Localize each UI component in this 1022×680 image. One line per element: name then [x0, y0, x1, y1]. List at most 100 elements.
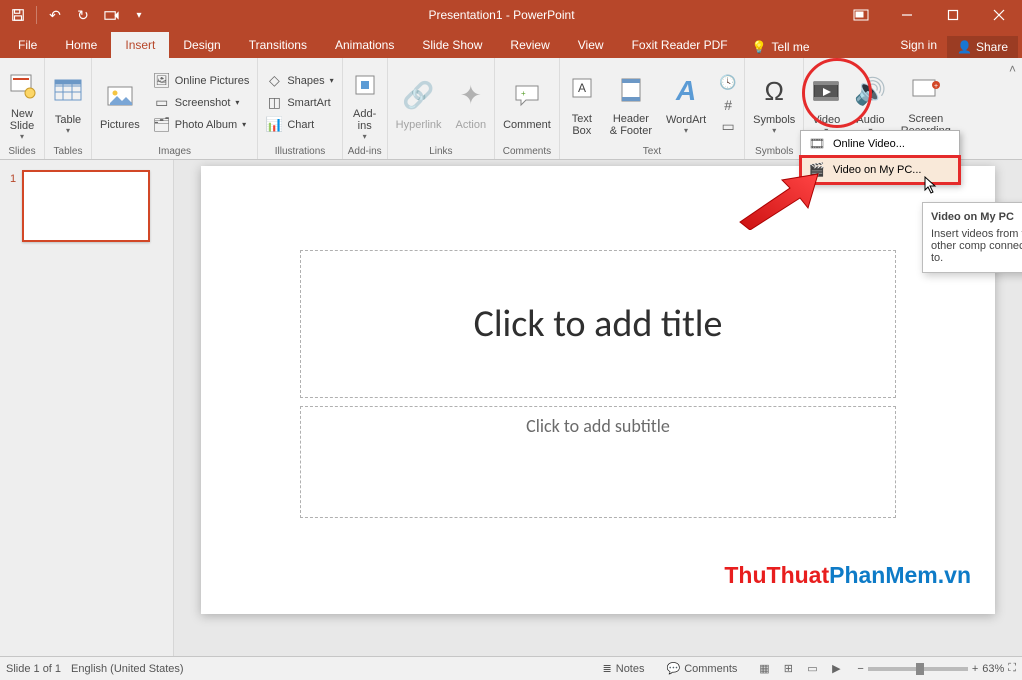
- online-video-item[interactable]: 🎞Online Video...: [801, 131, 959, 157]
- subtitle-placeholder[interactable]: Click to add subtitle: [300, 406, 896, 518]
- tooltip: Video on My PC Insert videos from from o…: [922, 202, 1022, 273]
- reading-view-button[interactable]: ▭: [801, 660, 823, 678]
- new-slide-icon: [8, 64, 36, 106]
- screenshot-icon: ▭: [154, 95, 170, 111]
- comments-button[interactable]: 💬Comments: [661, 662, 744, 675]
- online-pictures-button[interactable]: 🖼Online Pictures: [150, 71, 254, 91]
- comments-icon: 💬: [667, 662, 681, 675]
- tab-animations[interactable]: Animations: [321, 32, 408, 58]
- hyperlink-button: 🔗Hyperlink: [390, 61, 448, 144]
- chart-icon: 📊: [266, 117, 282, 133]
- share-button[interactable]: 👤Share: [947, 36, 1018, 58]
- zoom-slider[interactable]: [868, 667, 968, 671]
- symbols-button[interactable]: ΩSymbols▾: [747, 61, 801, 144]
- tooltip-text: Insert videos from from other comp conne…: [931, 228, 1022, 264]
- close-button[interactable]: [976, 0, 1022, 30]
- table-button[interactable]: Table▾: [47, 61, 89, 144]
- photo-album-icon: 🗂: [154, 117, 170, 133]
- tab-design[interactable]: Design: [169, 32, 234, 58]
- chart-button[interactable]: 📊Chart: [262, 115, 337, 135]
- language-indicator[interactable]: English (United States): [71, 663, 184, 675]
- svg-text:+: +: [934, 83, 938, 90]
- tab-insert[interactable]: Insert: [111, 32, 169, 58]
- notes-icon: ≣: [603, 662, 612, 675]
- normal-view-button[interactable]: ▦: [753, 660, 775, 678]
- watermark: ThuThuatPhanMem.vn: [724, 562, 971, 589]
- title-placeholder[interactable]: Click to add title: [300, 250, 896, 398]
- slide-canvas-area: Click to add title Click to add subtitle…: [174, 160, 1022, 656]
- screen-recording-icon: +: [911, 69, 941, 111]
- notes-button[interactable]: ≣Notes: [597, 662, 651, 675]
- minimize-button[interactable]: [884, 0, 930, 30]
- addins-icon: [352, 64, 378, 106]
- sign-in-link[interactable]: Sign in: [890, 32, 947, 58]
- ribbon-tabs: File Home Insert Design Transitions Anim…: [0, 30, 1022, 58]
- save-icon[interactable]: [6, 3, 30, 27]
- online-pictures-icon: 🖼: [154, 73, 170, 89]
- slide-number-icon: #: [720, 97, 736, 113]
- video-icon: [812, 70, 840, 112]
- tab-review[interactable]: Review: [496, 32, 563, 58]
- thumbnail-preview[interactable]: [22, 170, 150, 242]
- wordart-icon: A: [676, 70, 696, 112]
- title-bar: ↶ ↻ ▾ Presentation1 - PowerPoint: [0, 0, 1022, 30]
- smartart-button[interactable]: ◫SmartArt: [262, 93, 337, 113]
- svg-text:+: +: [521, 89, 526, 98]
- shapes-button[interactable]: ◇Shapes▾: [262, 71, 337, 91]
- slide-number-button[interactable]: #: [716, 95, 740, 115]
- tab-home[interactable]: Home: [51, 32, 111, 58]
- tooltip-title: Video on My PC: [931, 211, 1022, 223]
- action-icon: ✦: [460, 75, 482, 117]
- start-from-beginning-icon[interactable]: [99, 3, 123, 27]
- wordart-button[interactable]: AWordArt▾: [660, 61, 712, 144]
- textbox-button[interactable]: AText Box: [562, 61, 602, 144]
- comment-icon: +: [513, 75, 541, 117]
- tab-foxit[interactable]: Foxit Reader PDF: [618, 32, 742, 58]
- slide-counter[interactable]: Slide 1 of 1: [6, 663, 61, 675]
- workspace: 1 Click to add title Click to add subtit…: [0, 160, 1022, 656]
- tell-me-search[interactable]: 💡Tell me: [742, 36, 820, 58]
- photo-album-button[interactable]: 🗂Photo Album▾: [150, 115, 254, 135]
- header-footer-button[interactable]: Header & Footer: [604, 61, 658, 144]
- textbox-icon: A: [569, 69, 595, 111]
- tab-view[interactable]: View: [564, 32, 618, 58]
- zoom-in-button[interactable]: +: [972, 663, 978, 675]
- pictures-button[interactable]: Pictures: [94, 61, 146, 144]
- zoom-out-button[interactable]: −: [857, 663, 863, 675]
- object-button[interactable]: ▭: [716, 117, 740, 137]
- tab-file[interactable]: File: [4, 32, 51, 58]
- lightbulb-icon: 💡: [752, 40, 767, 54]
- audio-icon: 🔊: [854, 70, 886, 112]
- maximize-button[interactable]: [930, 0, 976, 30]
- new-slide-button[interactable]: New Slide▾: [2, 61, 42, 144]
- undo-icon[interactable]: ↶: [43, 3, 67, 27]
- slide-sorter-view-button[interactable]: ⊞: [777, 660, 799, 678]
- tab-slideshow[interactable]: Slide Show: [408, 32, 496, 58]
- fit-to-window-button[interactable]: ⛶: [1008, 662, 1016, 675]
- quick-access-toolbar: ↶ ↻ ▾: [0, 3, 157, 27]
- pictures-icon: [105, 75, 135, 117]
- shapes-icon: ◇: [266, 73, 282, 89]
- slide-thumbnail[interactable]: 1: [0, 170, 173, 242]
- hyperlink-icon: 🔗: [402, 75, 434, 117]
- ribbon-display-options-icon[interactable]: [846, 3, 876, 27]
- tab-transitions[interactable]: Transitions: [235, 32, 321, 58]
- addins-button[interactable]: Add- ins▾: [345, 61, 385, 144]
- zoom-percent[interactable]: 63%: [982, 663, 1004, 675]
- date-time-button[interactable]: 🕓: [716, 73, 740, 93]
- object-icon: ▭: [720, 119, 736, 135]
- video-file-icon: 🎬: [809, 162, 825, 178]
- collapse-ribbon-icon[interactable]: ˄: [1009, 62, 1016, 76]
- share-icon: 👤: [957, 40, 972, 54]
- window-title: Presentation1 - PowerPoint: [157, 8, 846, 22]
- qat-customize-icon[interactable]: ▾: [127, 3, 151, 27]
- slide[interactable]: Click to add title Click to add subtitle…: [201, 166, 995, 614]
- slideshow-view-button[interactable]: ▶: [825, 660, 847, 678]
- date-time-icon: 🕓: [720, 75, 736, 91]
- slide-thumbnails-panel[interactable]: 1: [0, 160, 174, 656]
- comment-button[interactable]: +Comment: [497, 61, 557, 144]
- redo-icon[interactable]: ↻: [71, 3, 95, 27]
- header-footer-icon: [618, 69, 644, 111]
- cursor-icon: [924, 176, 938, 194]
- screenshot-button[interactable]: ▭Screenshot▾: [150, 93, 254, 113]
